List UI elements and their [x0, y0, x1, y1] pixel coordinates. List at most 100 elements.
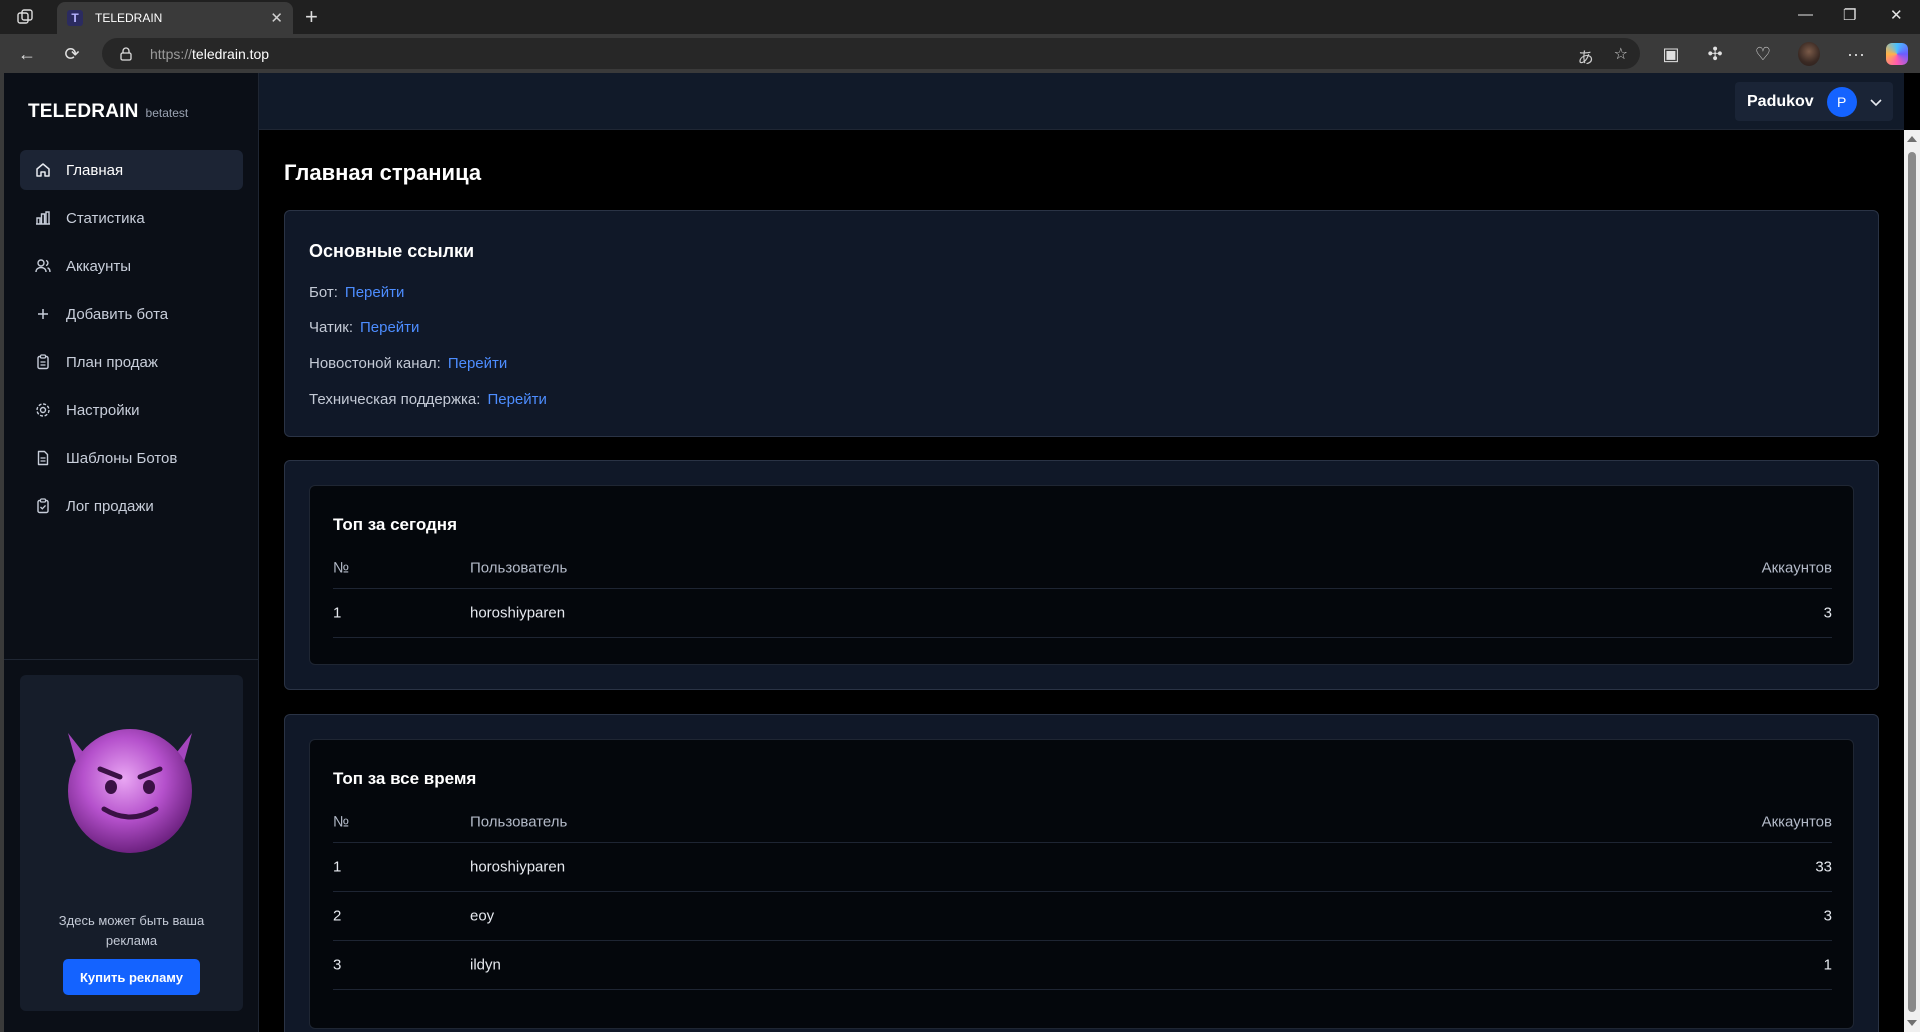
table-header: № Пользователь Аккаунтов: [333, 802, 1832, 843]
page-scrollbar[interactable]: [1904, 130, 1920, 1032]
app-header: Padukov P: [259, 73, 1904, 130]
cell-number: 3: [333, 956, 342, 974]
new-tab-icon[interactable]: +: [305, 4, 318, 30]
extensions-icon[interactable]: ✣: [1704, 43, 1726, 65]
scrollbar-thumb[interactable]: [1908, 152, 1916, 1012]
health-icon[interactable]: ♡: [1752, 43, 1774, 65]
link-label: Чатик:: [309, 319, 353, 336]
more-menu-icon[interactable]: ···: [1845, 43, 1867, 65]
link-label: Техническая поддержка:: [309, 391, 481, 408]
sidebar-item-label: Главная: [66, 161, 124, 179]
news-channel-link[interactable]: Перейти: [448, 355, 507, 372]
sidebar-nav: Главная Статистика Аккаунты Добавить бот…: [20, 150, 243, 534]
scroll-up-arrow-icon[interactable]: [1907, 136, 1917, 142]
address-bar[interactable]: https://teledrain.top あ ☆: [102, 38, 1640, 69]
cell-accounts: 3: [1823, 907, 1832, 925]
home-icon: [34, 161, 52, 179]
link-label: Новостоной канал:: [309, 355, 441, 372]
link-row-chat: Чатик: Перейти: [309, 319, 419, 336]
top-today-title: Топ за сегодня: [333, 515, 457, 534]
plus-icon: [34, 305, 52, 323]
link-label: Бот:: [309, 284, 338, 301]
bot-link[interactable]: Перейти: [345, 284, 404, 301]
gear-icon: [34, 401, 52, 419]
clipboard-icon: [34, 353, 52, 371]
sidebar-item-sales-log[interactable]: Лог продажи: [20, 486, 243, 526]
sidebar-item-add-bot[interactable]: Добавить бота: [20, 294, 243, 334]
link-row-news: Новостоной канал: Перейти: [309, 355, 507, 372]
minimize-icon[interactable]: —: [1798, 6, 1813, 23]
browser-tab[interactable]: T TELEDRAIN ✕: [57, 2, 293, 34]
copilot-icon[interactable]: [1886, 43, 1908, 65]
column-accounts: Аккаунтов: [1761, 813, 1832, 831]
sidebar-item-label: Добавить бота: [66, 305, 169, 323]
top-all-table: № Пользователь Аккаунтов 1 horoshiyparen…: [333, 802, 1832, 990]
buy-ad-button[interactable]: Купить рекламу: [63, 959, 200, 995]
support-link[interactable]: Перейти: [487, 391, 546, 408]
url-text: https://teledrain.top: [150, 45, 270, 62]
table-row: 3 ildyn 1: [333, 941, 1832, 990]
chat-link[interactable]: Перейти: [360, 319, 419, 336]
bar-chart-icon: [34, 209, 52, 227]
profile-avatar[interactable]: [1798, 42, 1820, 66]
document-icon: [34, 449, 52, 467]
lock-icon[interactable]: [118, 46, 134, 62]
cell-accounts: 1: [1823, 956, 1832, 974]
sidebar-item-accounts[interactable]: Аккаунты: [20, 246, 243, 286]
sidebar-item-bot-templates[interactable]: Шаблоны Ботов: [20, 438, 243, 478]
reading-mode-icon[interactable]: ▣: [1660, 43, 1682, 65]
column-number: №: [333, 813, 350, 831]
tab-title: TELEDRAIN: [95, 11, 163, 25]
back-icon[interactable]: ←: [16, 43, 38, 65]
top-all-card: Топ за все время № Пользователь Аккаунто…: [284, 714, 1879, 1032]
sidebar-item-label: Настройки: [66, 401, 140, 419]
top-all-panel: Топ за все время № Пользователь Аккаунто…: [309, 739, 1854, 1029]
workspaces-icon[interactable]: [16, 8, 34, 26]
sidebar-divider: [4, 659, 259, 660]
table-row: 2 eoy 3: [333, 892, 1832, 941]
sidebar-item-home[interactable]: Главная: [20, 150, 243, 190]
logo-subtitle: betatest: [145, 106, 189, 120]
sidebar-item-settings[interactable]: Настройки: [20, 390, 243, 430]
sidebar-item-label: Шаблоны Ботов: [66, 449, 178, 467]
logo[interactable]: TELEDRAIN betatest: [28, 101, 188, 123]
page-title: Главная страница: [284, 160, 482, 185]
top-today-panel: Топ за сегодня № Пользователь Аккаунтов …: [309, 485, 1854, 665]
avatar: P: [1826, 86, 1857, 117]
favorite-star-icon[interactable]: ☆: [1614, 44, 1628, 68]
browser-toolbar: ← ⟳ https://teledrain.top あ ☆ ▣ ✣ ♡ ···: [0, 34, 1920, 73]
cell-number: 2: [333, 907, 342, 925]
smiling-devil-emoji-icon: [68, 729, 192, 853]
cell-user: ildyn: [470, 956, 501, 974]
refresh-icon[interactable]: ⟳: [61, 43, 83, 65]
sidebar-item-statistics[interactable]: Статистика: [20, 198, 243, 238]
users-icon: [34, 257, 52, 275]
close-tab-icon[interactable]: ✕: [270, 9, 283, 27]
sidebar-item-label: План продаж: [66, 353, 158, 371]
sidebar-item-sales-plan[interactable]: План продаж: [20, 342, 243, 382]
main-content: Главная страница Основные ссылки Бот: Пер…: [259, 130, 1904, 1032]
close-window-icon[interactable]: ✕: [1890, 6, 1903, 24]
translate-icon[interactable]: あ: [1578, 44, 1594, 68]
table-row: 1 horoshiyparen 33: [333, 843, 1832, 892]
cell-number: 1: [333, 604, 342, 622]
cell-accounts: 33: [1815, 858, 1832, 876]
clipboard-check-icon: [34, 497, 52, 515]
user-name: Padukov: [1747, 92, 1814, 110]
link-row-bot: Бот: Перейти: [309, 284, 404, 301]
scroll-down-arrow-icon[interactable]: [1907, 1020, 1917, 1026]
top-today-table: № Пользователь Аккаунтов 1 horoshiyparen…: [333, 548, 1832, 638]
column-accounts: Аккаунтов: [1761, 559, 1832, 577]
column-number: №: [333, 559, 350, 577]
restore-icon[interactable]: ❐: [1843, 6, 1856, 24]
cell-user: horoshiyparen: [470, 604, 566, 622]
sidebar-item-label: Аккаунты: [66, 257, 132, 275]
cell-number: 1: [333, 858, 342, 876]
browser-tab-bar: T TELEDRAIN ✕ + — ❐ ✕: [0, 0, 1920, 34]
cell-user: horoshiyparen: [470, 858, 566, 876]
ad-text: Здесь может быть ваша реклама: [58, 913, 205, 948]
column-user: Пользователь: [470, 813, 568, 831]
links-title: Основные ссылки: [309, 241, 475, 261]
links-card: Основные ссылки Бот: Перейти Чатик: Перейт…: [284, 210, 1879, 437]
user-menu[interactable]: Padukov P: [1735, 82, 1893, 121]
